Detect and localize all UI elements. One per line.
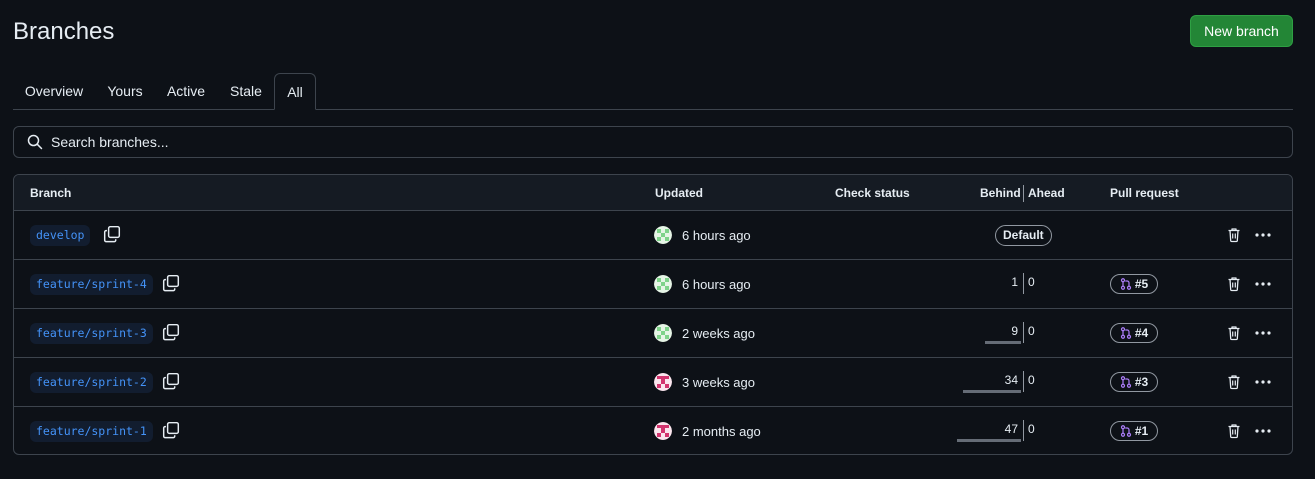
tab-yours[interactable]: Yours	[97, 73, 153, 110]
behind-ahead-divider	[1023, 371, 1024, 392]
table-row: feature/sprint-2 3 weeks ago 34 0 #3	[14, 358, 1292, 407]
updated-time: 3 weeks ago	[682, 375, 755, 390]
copy-icon[interactable]	[162, 421, 182, 441]
new-branch-button[interactable]: New branch	[1190, 15, 1293, 47]
avatar[interactable]	[654, 373, 672, 391]
behind-bar	[985, 341, 1021, 344]
header-divider	[1023, 185, 1024, 202]
copy-icon[interactable]	[103, 225, 123, 245]
copy-icon[interactable]	[162, 372, 182, 392]
default-badge: Default	[995, 225, 1052, 246]
table-row: feature/sprint-1 2 months ago 47 0 #1	[14, 407, 1292, 454]
updated-time: 6 hours ago	[682, 228, 751, 243]
behind-ahead-divider	[1023, 420, 1024, 441]
avatar[interactable]	[654, 275, 672, 293]
tab-all[interactable]: All	[274, 73, 316, 110]
behind-ahead-divider	[1023, 273, 1024, 294]
behind-count: 1	[1011, 275, 1018, 289]
header-branch: Branch	[30, 186, 72, 200]
more-options-icon[interactable]	[1254, 325, 1272, 344]
branch-tabs: Overview Yours Active Stale All	[13, 73, 1293, 110]
behind-count: 47	[1004, 422, 1018, 436]
pr-number: #3	[1134, 375, 1149, 389]
tab-stale[interactable]: Stale	[220, 73, 272, 110]
git-pull-request-icon	[1120, 278, 1131, 290]
pull-request-badge[interactable]: #5	[1110, 274, 1158, 294]
copy-icon[interactable]	[162, 323, 182, 343]
more-options-icon[interactable]	[1254, 423, 1272, 442]
git-pull-request-icon	[1120, 425, 1131, 437]
pr-number: #1	[1134, 424, 1149, 438]
updated-time: 2 months ago	[682, 424, 761, 439]
avatar[interactable]	[654, 422, 672, 440]
behind-bar	[963, 390, 1021, 393]
tab-active[interactable]: Active	[157, 73, 215, 110]
updated-time: 6 hours ago	[682, 277, 751, 292]
branch-name-link[interactable]: feature/sprint-1	[30, 421, 153, 442]
branch-name-link[interactable]: feature/sprint-4	[30, 274, 153, 295]
branch-name-link[interactable]: develop	[30, 225, 91, 246]
ahead-count: 0	[1028, 373, 1035, 387]
behind-count: 34	[1004, 373, 1018, 387]
behind-ahead-divider	[1023, 322, 1024, 343]
search-input[interactable]	[51, 134, 1251, 150]
updated-time: 2 weeks ago	[682, 326, 755, 341]
header-check-status: Check status	[835, 186, 910, 200]
more-options-icon[interactable]	[1254, 227, 1272, 246]
ahead-count: 0	[1028, 324, 1035, 338]
more-options-icon[interactable]	[1254, 374, 1272, 393]
trash-icon[interactable]	[1226, 423, 1242, 442]
copy-icon[interactable]	[162, 274, 182, 294]
pr-number: #5	[1134, 277, 1149, 291]
table-row: feature/sprint-3 2 weeks ago 9 0 #4	[14, 309, 1292, 358]
behind-bar	[957, 439, 1021, 442]
table-header: Branch Updated Check status Behind Ahead…	[14, 175, 1292, 211]
search-box[interactable]	[13, 126, 1293, 158]
tab-overview[interactable]: Overview	[13, 73, 95, 110]
search-icon	[27, 134, 43, 150]
git-pull-request-icon	[1120, 327, 1131, 339]
pull-request-badge[interactable]: #4	[1110, 323, 1158, 343]
table-row: feature/sprint-4 6 hours ago 1 0 #5	[14, 260, 1292, 309]
trash-icon[interactable]	[1226, 227, 1242, 246]
trash-icon[interactable]	[1226, 325, 1242, 344]
branch-name-link[interactable]: feature/sprint-2	[30, 372, 153, 393]
git-pull-request-icon	[1120, 376, 1131, 388]
avatar[interactable]	[654, 324, 672, 342]
branch-name-link[interactable]: feature/sprint-3	[30, 323, 153, 344]
pull-request-badge[interactable]: #1	[1110, 421, 1158, 441]
header-updated: Updated	[655, 186, 703, 200]
trash-icon[interactable]	[1226, 276, 1242, 295]
ahead-count: 0	[1028, 422, 1035, 436]
avatar[interactable]	[654, 226, 672, 244]
behind-count: 9	[1011, 324, 1018, 338]
pull-request-badge[interactable]: #3	[1110, 372, 1158, 392]
page-title: Branches	[13, 18, 115, 45]
ahead-count: 0	[1028, 275, 1035, 289]
header-pull-request: Pull request	[1110, 186, 1179, 200]
header-ahead: Ahead	[1028, 186, 1065, 200]
pr-number: #4	[1134, 326, 1149, 340]
branches-table: Branch Updated Check status Behind Ahead…	[13, 174, 1293, 455]
header-behind: Behind	[980, 186, 1021, 200]
more-options-icon[interactable]	[1254, 276, 1272, 295]
table-row: develop 6 hours ago Default	[14, 211, 1292, 260]
trash-icon[interactable]	[1226, 374, 1242, 393]
